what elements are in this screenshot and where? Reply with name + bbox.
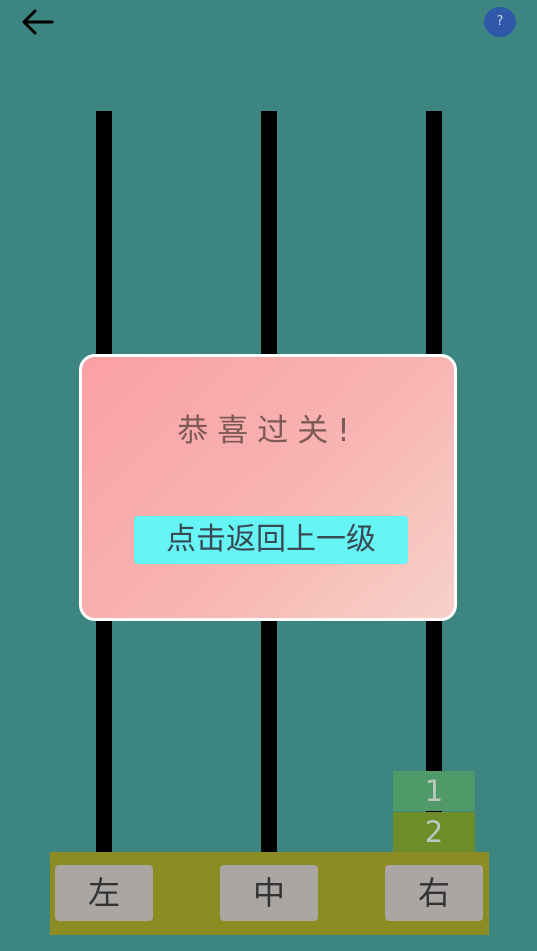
left-tower-button[interactable]: 左 xyxy=(55,865,153,921)
right-tower-button[interactable]: 右 xyxy=(385,865,483,921)
disk-1: 1 xyxy=(393,771,475,811)
dialog-title: 恭喜过关! xyxy=(177,413,359,449)
tower-base: 左 中 右 xyxy=(50,852,489,935)
disk-2: 2 xyxy=(393,812,475,852)
help-icon: ? xyxy=(496,14,504,29)
level-complete-dialog: 恭喜过关! 点击返回上一级 xyxy=(79,354,457,621)
middle-tower-button[interactable]: 中 xyxy=(220,865,318,921)
return-button[interactable]: 点击返回上一级 xyxy=(134,516,408,564)
arrow-left-icon xyxy=(22,9,54,35)
back-button[interactable] xyxy=(20,5,60,39)
help-button[interactable]: ? xyxy=(484,7,516,37)
